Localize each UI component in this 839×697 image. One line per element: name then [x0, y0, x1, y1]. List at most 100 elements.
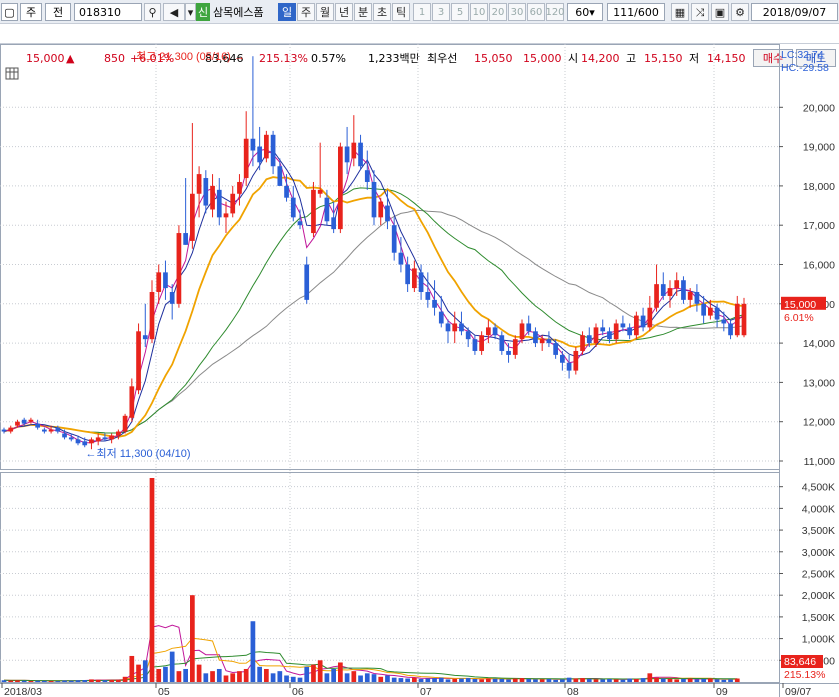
candle: [613, 319, 619, 344]
volume-bar: [351, 671, 357, 682]
candle-body: [364, 170, 370, 182]
volume-bar: [270, 673, 276, 682]
volume-bar: [654, 677, 659, 682]
volume-bar: [122, 676, 128, 682]
stock-chart[interactable]: 11,000 12,000 13,000 14,000 15,000 16,000 17,0…: [0, 44, 839, 697]
x-tick-label: 06: [292, 686, 304, 697]
candle: [311, 181, 316, 237]
candle: [640, 307, 646, 332]
candle-body: [210, 185, 215, 210]
candle-body: [560, 354, 565, 363]
candle: [539, 335, 545, 351]
save-icon[interactable]: ▣: [711, 3, 729, 21]
new-listing-badge: 신: [196, 3, 210, 21]
interval-button[interactable]: 10: [470, 3, 488, 21]
volume-tick-label: 2,000K: [802, 590, 835, 602]
candle-body: [526, 323, 532, 332]
volume-bar: [55, 681, 61, 682]
volume-tick-label: 3,500K: [802, 525, 835, 537]
interval-button[interactable]: 60: [527, 3, 545, 21]
market-type-select[interactable]: 전: [45, 3, 71, 21]
volume-tick-label: 4,500K: [802, 482, 835, 494]
volume-bar: [627, 678, 632, 682]
volume-bar: [290, 676, 296, 682]
period-tab[interactable]: 주: [297, 3, 315, 21]
volume-bar: [721, 679, 727, 682]
period-tab[interactable]: 초: [373, 3, 391, 21]
candle-body: [674, 280, 680, 289]
volume-bar: [210, 671, 215, 682]
candle-body: [223, 213, 229, 218]
volume-bar: [391, 677, 397, 682]
volume-bar: [237, 671, 242, 682]
volume-bar: [156, 668, 162, 682]
last-volume-pct-label: 215.13%: [784, 669, 825, 681]
candle: [452, 311, 458, 344]
candle: [183, 178, 188, 245]
candle-body: [418, 272, 424, 293]
candle: [230, 185, 236, 218]
price-tick-label: 11,000: [804, 456, 835, 468]
volume-bar: [21, 680, 27, 682]
interval-button[interactable]: 1: [413, 3, 431, 21]
volume-tick-label: 1,500K: [802, 612, 835, 624]
candle: [378, 197, 384, 226]
candle-body: [728, 323, 733, 336]
period-tab[interactable]: 일: [278, 3, 296, 21]
candle-body: [385, 205, 390, 222]
gear-icon[interactable]: ⚙: [731, 3, 749, 21]
market-select[interactable]: 주: [20, 3, 42, 21]
candle-body: [499, 335, 505, 351]
period-tab[interactable]: 틱: [392, 3, 410, 21]
candle: [459, 311, 464, 336]
volume-bar: [8, 680, 14, 682]
candle: [499, 331, 505, 355]
x-tick-label: 09/07: [785, 686, 811, 697]
candle: [176, 225, 182, 308]
volume-bar: [660, 678, 666, 682]
candle: [728, 319, 733, 340]
count-input[interactable]: 111/600: [607, 3, 665, 21]
candle-body: [344, 146, 350, 163]
candle-body: [687, 292, 693, 300]
volume-bar: [142, 660, 148, 682]
date-input[interactable]: 2018/09/07: [751, 3, 838, 21]
price-tick-label: 18,000: [803, 181, 835, 193]
volume-bar: [149, 478, 155, 682]
candle-body: [230, 193, 236, 214]
chart-tools-icon[interactable]: ▦: [671, 3, 689, 21]
speaker-icon[interactable]: ◀: [163, 3, 185, 21]
chevron-down-icon[interactable]: ▾: [185, 3, 196, 21]
candle-body: [196, 174, 202, 194]
interval-button[interactable]: 20: [489, 3, 507, 21]
period-tab[interactable]: 년: [335, 3, 353, 21]
candle-body: [412, 268, 417, 289]
candle-body: [338, 146, 343, 230]
price-tick-label: 14,000: [803, 338, 835, 350]
candle: [674, 272, 680, 296]
indicator-icon[interactable]: ⤨: [691, 3, 709, 21]
period-tab[interactable]: 분: [354, 3, 372, 21]
price-panel: [0, 44, 780, 470]
period-tab[interactable]: 월: [316, 3, 334, 21]
window-menu-icon[interactable]: ▢: [1, 3, 18, 21]
candle: [634, 311, 639, 340]
interval-button[interactable]: 3: [432, 3, 450, 21]
last-price-label: 15,000: [784, 299, 816, 311]
search-icon[interactable]: ⚲: [144, 3, 161, 21]
volume-bars: [1, 478, 740, 682]
candle-body: [1, 429, 7, 432]
candle: [344, 126, 350, 175]
candle: [203, 170, 209, 214]
volume-tick-label: 2,500K: [802, 568, 835, 580]
volume-bar: [344, 673, 350, 682]
interval-select[interactable]: 60 ▾: [567, 3, 603, 21]
code-input[interactable]: 018310: [74, 3, 142, 21]
interval-button[interactable]: 5: [451, 3, 469, 21]
interval-button[interactable]: 30: [508, 3, 526, 21]
candle-body: [42, 429, 47, 432]
candle-body: [109, 435, 114, 440]
candle: [627, 323, 632, 340]
interval-button[interactable]: 120: [545, 3, 565, 21]
volume-bar: [452, 678, 458, 682]
